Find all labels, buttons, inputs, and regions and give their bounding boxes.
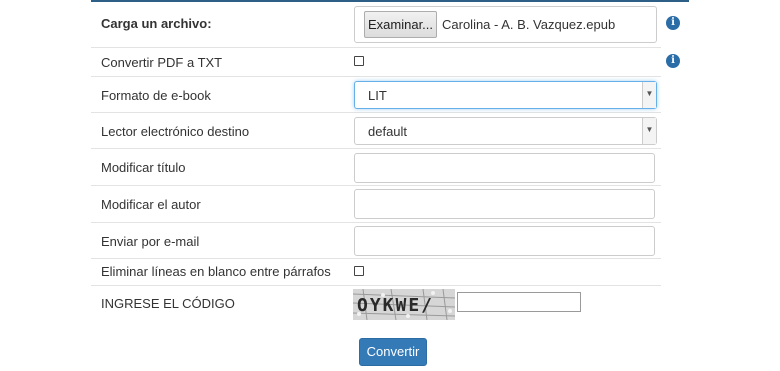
author-input[interactable] — [354, 189, 655, 219]
format-select[interactable]: LIT ▼ — [354, 81, 657, 109]
reader-select[interactable]: default ▼ — [354, 117, 657, 145]
selected-filename: Carolina - A. B. Vazquez.epub — [442, 17, 616, 32]
email-input[interactable] — [354, 226, 655, 256]
info-icon[interactable]: i — [666, 54, 680, 68]
file-input[interactable]: Examinar... Carolina - A. B. Vazquez.epu… — [354, 6, 657, 43]
browse-button[interactable]: Examinar... — [364, 11, 437, 38]
blank-lines-label: Eliminar líneas en blanco entre párrafos — [101, 264, 331, 279]
reader-label: Lector electrónico destino — [101, 124, 250, 139]
blank-lines-checkbox[interactable] — [354, 266, 364, 276]
author-label: Modificar el autor — [101, 197, 201, 212]
blank-lines-row: Eliminar líneas en blanco entre párrafos — [91, 259, 661, 286]
file-upload-label: Carga un archivo: — [101, 16, 212, 31]
email-label: Enviar por e-mail — [101, 234, 200, 249]
pdf-to-txt-row: Convertir PDF a TXT — [91, 48, 661, 77]
format-label: Formato de e-book — [101, 88, 211, 103]
captcha-image: OYKWE/ — [353, 289, 455, 320]
title-label: Modificar título — [101, 160, 186, 175]
captcha-noise: OYKWE/ — [353, 289, 455, 320]
captcha-label: INGRESE EL CÓDIGO — [101, 296, 235, 311]
reader-selected-value: default — [368, 124, 408, 139]
captcha-text: OYKWE/ — [357, 295, 434, 316]
pdf-to-txt-checkbox[interactable] — [354, 56, 364, 66]
captcha-input[interactable] — [457, 292, 581, 312]
info-icon[interactable]: i — [666, 16, 680, 30]
pdf-to-txt-label: Convertir PDF a TXT — [101, 55, 223, 70]
chevron-down-icon: ▼ — [642, 118, 656, 144]
convert-button[interactable]: Convertir — [359, 338, 427, 366]
chevron-down-icon: ▼ — [642, 82, 656, 108]
title-input[interactable] — [354, 153, 655, 183]
format-selected-value: LIT — [368, 88, 387, 103]
